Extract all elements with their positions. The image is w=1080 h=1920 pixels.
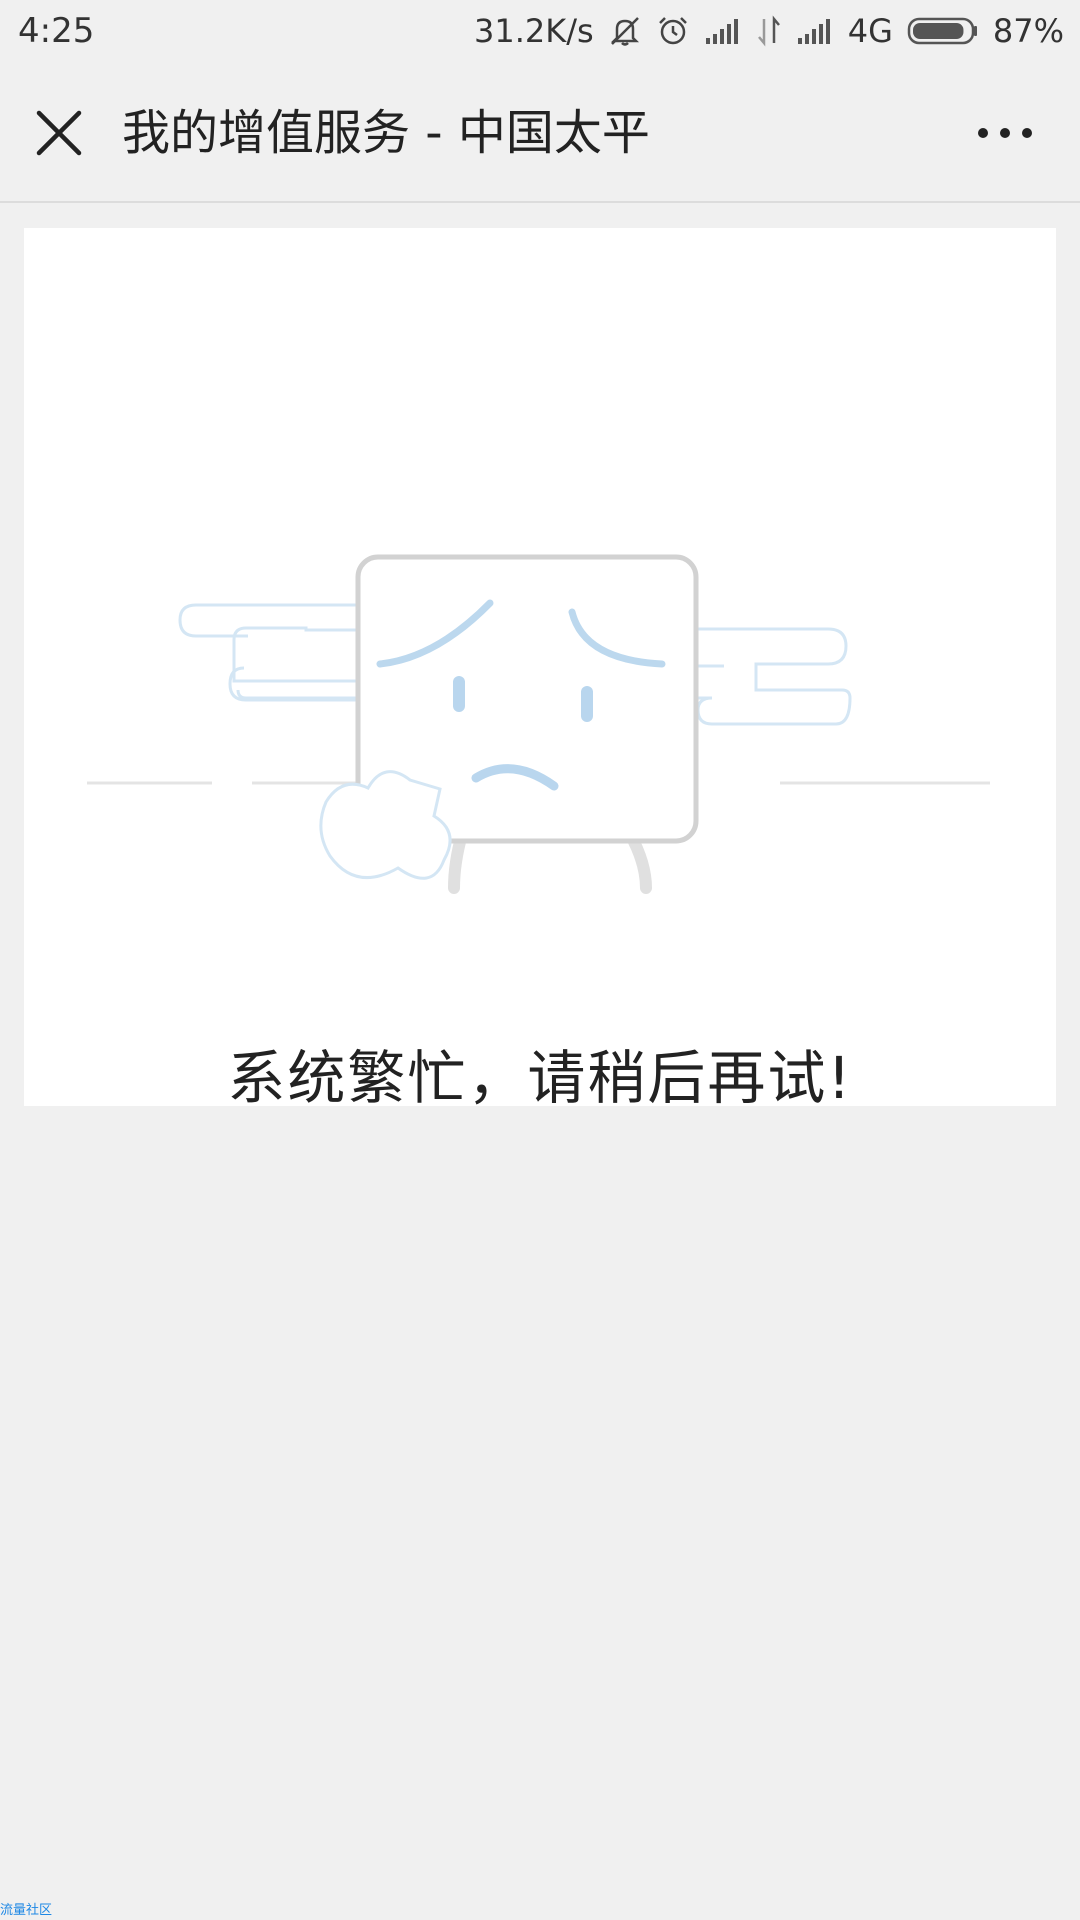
right-wind-cloud: [690, 627, 852, 726]
close-icon: [36, 110, 82, 156]
title-bar: 我的增值服务 - 中国太平: [0, 62, 1080, 203]
sad-box-illustration: [87, 554, 990, 894]
data-arrows-icon: [756, 15, 782, 47]
page-title: 我的增值服务 - 中国太平: [122, 105, 650, 161]
error-message: 系统繁忙，请稍后再试!: [227, 1044, 853, 1112]
network-type: 4G: [847, 12, 893, 50]
battery-icon: [907, 16, 979, 46]
left-wind-cloud: [178, 603, 368, 702]
close-button[interactable]: [24, 98, 94, 168]
more-options-button[interactable]: [968, 108, 1042, 158]
alarm-icon: [656, 14, 690, 48]
right-eye: [581, 686, 593, 722]
watermark: 流量社区: [0, 1903, 53, 1918]
network-speed: 31.2K/s: [474, 12, 594, 50]
status-time: 4:25: [18, 11, 95, 51]
mute-icon: [608, 14, 642, 48]
status-icons: 31.2K/s 4G 87%: [474, 8, 1064, 54]
signal-icon: [796, 16, 834, 46]
sigh-puff: [319, 770, 452, 880]
battery-percent: 87%: [992, 12, 1064, 50]
error-page: 系统繁忙，请稍后再试!: [24, 228, 1056, 1112]
more-dots-icon: [978, 128, 1032, 138]
left-eye: [453, 676, 465, 712]
signal-icon: [704, 16, 742, 46]
status-bar: 4:25 31.2K/s 4G 87%: [0, 0, 1080, 62]
